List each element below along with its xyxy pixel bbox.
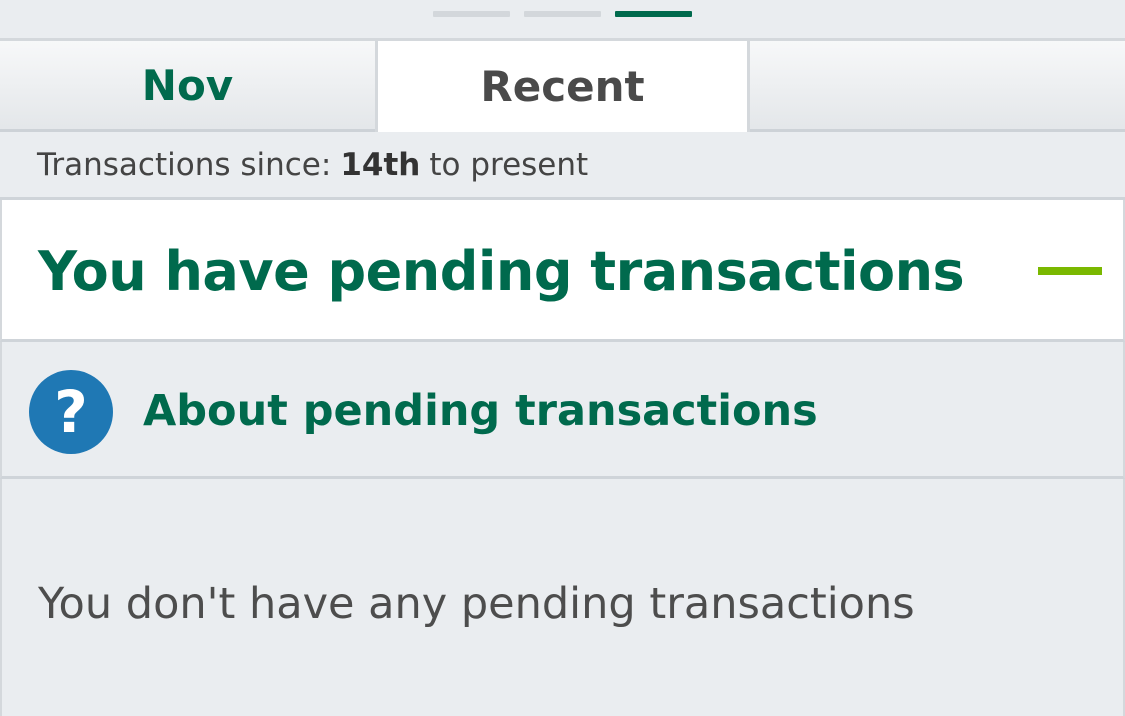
tab-recent[interactable]: Recent bbox=[375, 41, 750, 132]
minus-icon[interactable] bbox=[1038, 267, 1102, 275]
period-tabs: Nov Recent bbox=[0, 38, 1125, 132]
page-dot-1[interactable] bbox=[433, 11, 510, 17]
tab-placeholder bbox=[750, 41, 1125, 132]
pending-list-empty: You don't have any pending transactions bbox=[0, 479, 1125, 716]
pending-transactions-header[interactable]: You have pending transactions bbox=[0, 200, 1125, 342]
page-indicator bbox=[0, 0, 1125, 38]
about-pending-link-row[interactable]: ? About pending transactions bbox=[0, 342, 1125, 479]
about-pending-link[interactable]: About pending transactions bbox=[143, 386, 818, 436]
tab-nov[interactable]: Nov bbox=[0, 41, 375, 132]
empty-message: You don't have any pending transactions bbox=[38, 579, 915, 629]
transactions-since-bar: Transactions since: 14th to present bbox=[0, 132, 1125, 200]
page-dot-3-active[interactable] bbox=[615, 11, 692, 17]
page-dot-2[interactable] bbox=[524, 11, 601, 17]
since-date: 14th bbox=[340, 146, 421, 183]
since-prefix: Transactions since: bbox=[37, 146, 332, 183]
question-icon: ? bbox=[29, 370, 113, 454]
since-suffix: to present bbox=[429, 146, 589, 183]
pending-title: You have pending transactions bbox=[38, 240, 965, 303]
